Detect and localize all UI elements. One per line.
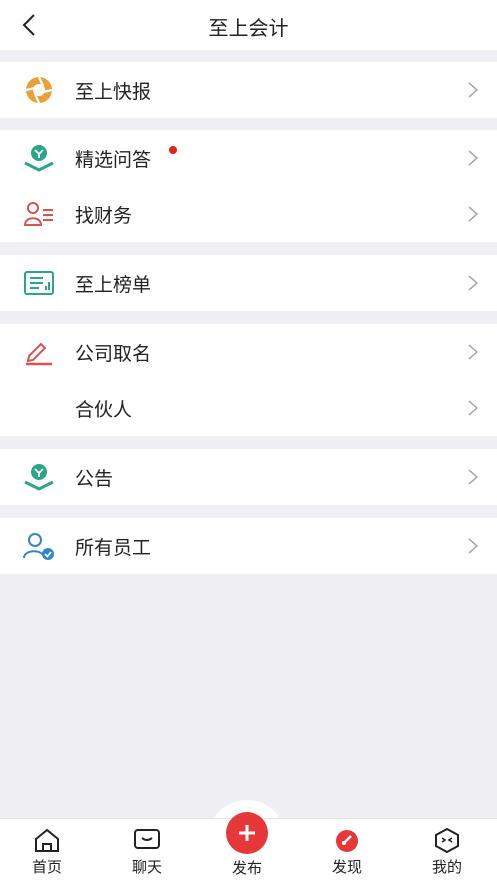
chevron-right-icon <box>468 538 479 554</box>
chevron-right-icon <box>468 150 479 166</box>
menu-item-label: 至上榜单 <box>75 274 152 296</box>
chevron-right-icon <box>468 206 479 222</box>
tab-label: 发现 <box>331 858 362 876</box>
menu-item-announcement[interactable]: 公告 <box>0 449 497 505</box>
menu-group-6: 所有员工 <box>0 518 497 574</box>
menu-item-partner[interactable]: 合伙人 <box>0 380 497 436</box>
page-title: 至上会计 <box>208 16 289 40</box>
menu-item-ranking[interactable]: 至上榜单 <box>0 255 497 311</box>
menu-group-5: 公告 <box>0 449 497 505</box>
chart-board-icon <box>22 267 56 299</box>
tab-home[interactable]: 首页 <box>7 819 87 883</box>
reading-lamp-icon <box>22 461 56 493</box>
person-check-icon <box>22 530 56 562</box>
reading-lamp-icon <box>22 142 56 174</box>
menu-group-1: 至上快报 <box>0 62 497 118</box>
tab-label: 我的 <box>431 858 462 876</box>
tab-label: 发布 <box>231 859 262 877</box>
menu-group-3: 至上榜单 <box>0 255 497 311</box>
compass-icon <box>336 830 358 852</box>
menu-item-company-naming[interactable]: 公司取名 <box>0 324 497 380</box>
menu-item-all-staff[interactable]: 所有员工 <box>0 518 497 574</box>
chevron-right-icon <box>468 344 479 360</box>
tab-label: 首页 <box>31 858 62 876</box>
home-icon <box>35 828 59 852</box>
tab-chat[interactable]: 聊天 <box>107 819 187 883</box>
menu-group-4: 公司取名 合伙人 <box>0 324 497 436</box>
menu-item-label: 至上快报 <box>75 81 152 103</box>
menu-item-label: 合伙人 <box>75 399 133 421</box>
menu-item-news[interactable]: 至上快报 <box>0 62 497 118</box>
chevron-right-icon <box>468 400 479 416</box>
menu-item-qa[interactable]: 精选问答 <box>0 130 497 186</box>
pen-sign-icon <box>22 336 56 368</box>
plus-icon <box>239 825 255 841</box>
menu-item-label: 找财务 <box>75 205 133 227</box>
menu-group-2: 精选问答 找财务 <box>0 130 497 242</box>
tab-label: 聊天 <box>131 858 162 876</box>
tab-mine[interactable]: 我的 <box>407 819 487 883</box>
menu-item-label: 所有员工 <box>75 537 152 559</box>
chat-icon <box>134 829 160 849</box>
menu-item-label: 公司取名 <box>75 343 152 365</box>
menu-item-find-finance[interactable]: 找财务 <box>0 186 497 242</box>
publish-button[interactable] <box>226 812 268 854</box>
notification-dot <box>169 146 177 154</box>
chevron-right-icon <box>468 275 479 291</box>
cube-face-icon <box>435 827 459 853</box>
person-list-icon <box>22 198 56 230</box>
tab-discover[interactable]: 发现 <box>307 819 387 883</box>
menu-item-label: 精选问答 <box>75 149 152 171</box>
top-nav-bar: 至上会计 <box>0 0 497 50</box>
chevron-right-icon <box>468 82 479 98</box>
menu-item-label: 公告 <box>75 468 114 490</box>
aperture-icon <box>22 74 56 106</box>
chevron-right-icon <box>468 469 479 485</box>
